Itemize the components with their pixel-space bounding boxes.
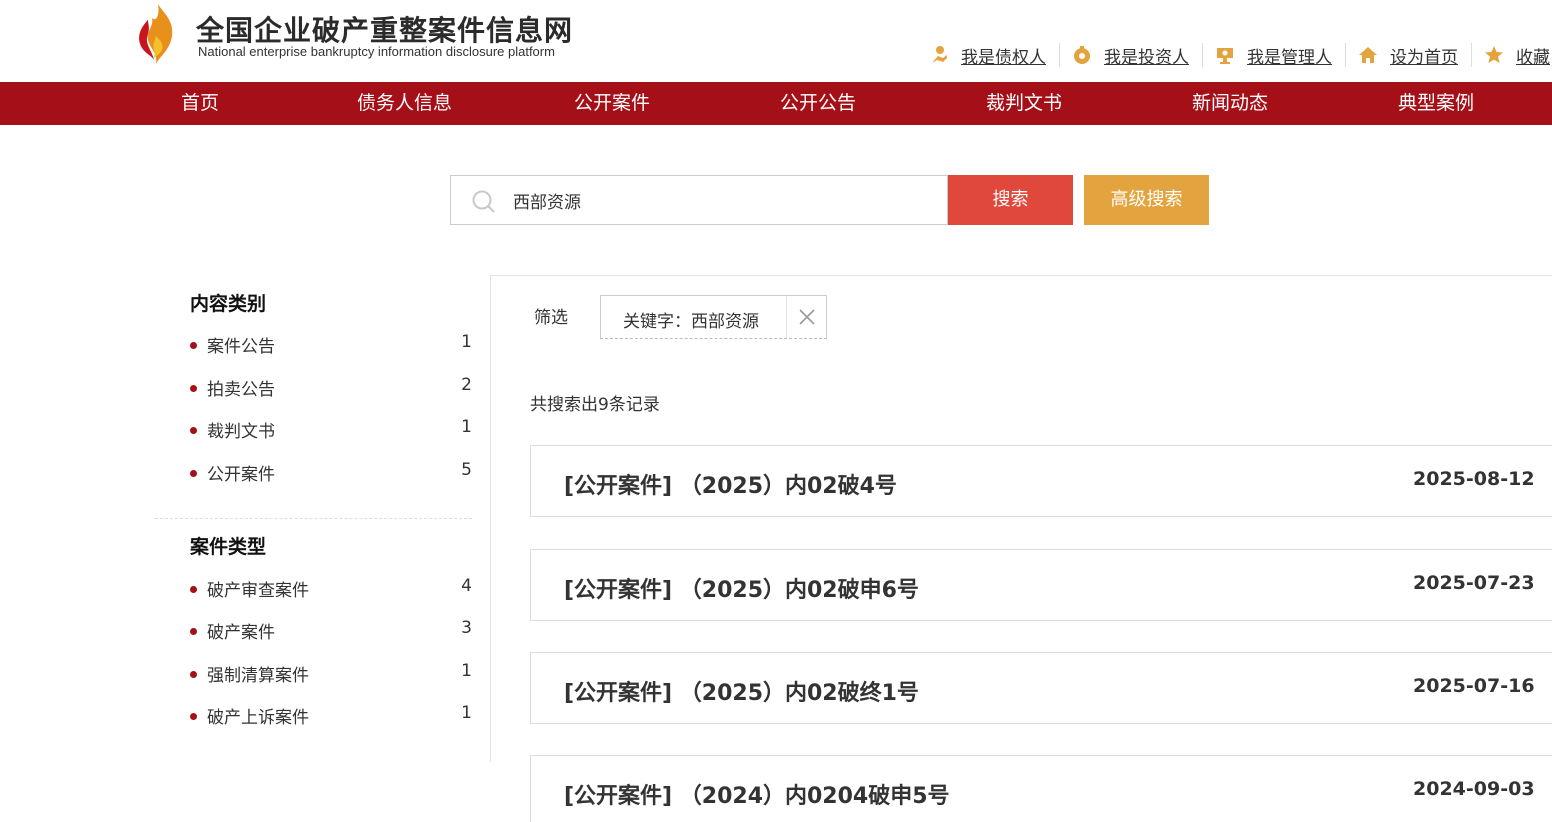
sidebar-item-count: 1	[461, 332, 472, 352]
sidebar-item-count: 2	[461, 375, 472, 395]
sidebar-item-judgment[interactable]: 裁判文书 1	[188, 417, 472, 443]
sidebar-item-case-notice[interactable]: 案件公告 1	[188, 332, 472, 358]
investor-icon	[1074, 46, 1090, 64]
link-investor[interactable]: 我是投资人	[1060, 43, 1203, 68]
sidebar-item-count: 5	[461, 460, 472, 480]
link-favorite-label: 收藏	[1516, 47, 1550, 68]
sidebar-item-auction-notice[interactable]: 拍卖公告 2	[188, 375, 472, 401]
nav-item-news[interactable]: 新闻动态	[1192, 82, 1268, 125]
case-type-heading: 案件类型	[190, 536, 267, 558]
result-date: 2025-07-23	[1413, 572, 1535, 594]
bullet-dot	[190, 342, 197, 349]
home-icon	[1359, 47, 1377, 63]
filter-label: 筛选	[534, 308, 568, 328]
nav-item-public-notices[interactable]: 公开公告	[780, 82, 856, 125]
bullet-dot	[190, 713, 197, 720]
result-row[interactable]: [公开案件] （2025）内02破终1号 2025-07-16	[530, 652, 1552, 724]
sidebar-item-label: 强制清算案件	[207, 666, 309, 686]
nav-item-typical-cases[interactable]: 典型案例	[1398, 82, 1474, 125]
logo-flame-icon[interactable]	[134, 2, 180, 66]
result-row[interactable]: [公开案件] （2024）内0204破申5号 2024-09-03	[530, 755, 1552, 822]
result-title[interactable]: [公开案件] （2025）内02破终1号	[564, 675, 919, 707]
sidebar-item-forced-liquidation[interactable]: 强制清算案件 1	[188, 661, 472, 687]
close-icon	[799, 309, 815, 325]
bullet-dot	[190, 628, 197, 635]
result-row[interactable]: [公开案件] （2025）内02破4号 2025-08-12	[530, 445, 1552, 517]
bullet-dot	[190, 427, 197, 434]
bullet-dot	[190, 586, 197, 593]
link-favorite[interactable]: 收藏	[1472, 43, 1552, 68]
nav-item-debtor-info[interactable]: 债务人信息	[357, 82, 452, 125]
sidebar-item-label: 破产上诉案件	[207, 708, 309, 728]
link-manager-label: 我是管理人	[1247, 47, 1332, 68]
result-title[interactable]: [公开案件] （2025）内02破4号	[564, 468, 897, 500]
content-category-heading: 内容类别	[190, 293, 267, 315]
bullet-dot	[190, 671, 197, 678]
search-input[interactable]	[513, 176, 933, 224]
sidebar-item-bankruptcy-case[interactable]: 破产案件 3	[188, 618, 472, 644]
sidebar-item-label: 拍卖公告	[207, 380, 275, 400]
bullet-dot	[190, 470, 197, 477]
advanced-search-button[interactable]: 高级搜索	[1084, 175, 1209, 225]
manager-icon	[1217, 48, 1233, 64]
sidebar-item-label: 案件公告	[207, 337, 275, 357]
result-row[interactable]: [公开案件] （2025）内02破申6号 2025-07-23	[530, 549, 1552, 621]
site-title: 全国企业破产重整案件信息网	[196, 14, 574, 47]
creditor-icon	[932, 46, 947, 63]
sidebar-item-count: 1	[461, 661, 472, 681]
search-button[interactable]: 搜索	[948, 175, 1073, 225]
site-header: 全国企业破产重整案件信息网 National enterprise bankru…	[0, 0, 1552, 82]
nav-item-public-cases[interactable]: 公开案件	[574, 82, 650, 125]
sidebar-divider	[155, 518, 472, 519]
filter-tag-text: 关键字：西部资源	[623, 312, 759, 332]
sidebar-item-label: 裁判文书	[207, 422, 275, 442]
sidebar: 内容类别 案件公告 1 拍卖公告 2 裁判文书 1 公开案件 5 案件类型 破产…	[155, 275, 491, 762]
top-links: 我是债权人 我是投资人 我是管理人 设为首页 收藏	[917, 42, 1552, 68]
link-investor-label: 我是投资人	[1104, 47, 1189, 68]
bullet-dot	[190, 385, 197, 392]
sidebar-item-count: 3	[461, 618, 472, 638]
sidebar-item-count: 1	[461, 703, 472, 723]
site-subtitle: National enterprise bankruptcy informati…	[198, 44, 555, 59]
star-icon	[1485, 46, 1503, 63]
main-nav: 首页 债务人信息 公开案件 公开公告 裁判文书 新闻动态 典型案例	[0, 82, 1552, 125]
sidebar-item-label: 公开案件	[207, 465, 275, 485]
result-title[interactable]: [公开案件] （2024）内0204破申5号	[564, 778, 950, 810]
filter-tag-keyword[interactable]: 关键字：西部资源	[600, 295, 827, 339]
link-creditor-label: 我是债权人	[961, 47, 1046, 68]
link-creditor[interactable]: 我是债权人	[917, 43, 1060, 68]
sidebar-item-public-case[interactable]: 公开案件 5	[188, 460, 472, 486]
sidebar-item-count: 4	[461, 576, 472, 596]
link-set-homepage[interactable]: 设为首页	[1346, 43, 1472, 68]
result-title[interactable]: [公开案件] （2025）内02破申6号	[564, 572, 919, 604]
link-manager[interactable]: 我是管理人	[1203, 43, 1346, 68]
search-box	[450, 175, 948, 225]
sidebar-item-label: 破产审查案件	[207, 581, 309, 601]
sidebar-item-bankruptcy-review[interactable]: 破产审查案件 4	[188, 576, 472, 602]
sidebar-item-label: 破产案件	[207, 623, 275, 643]
link-set-homepage-label: 设为首页	[1390, 47, 1458, 68]
sidebar-item-count: 1	[461, 417, 472, 437]
result-date: 2025-08-12	[1413, 468, 1535, 490]
filter-tag-remove-button[interactable]	[786, 296, 827, 338]
result-date: 2024-09-03	[1413, 778, 1535, 800]
nav-item-judgments[interactable]: 裁判文书	[986, 82, 1062, 125]
result-count: 共搜索出9条记录	[530, 395, 660, 415]
sidebar-item-bankruptcy-appeal[interactable]: 破产上诉案件 1	[188, 703, 472, 729]
nav-item-home[interactable]: 首页	[181, 82, 219, 125]
main-content-border	[491, 275, 1552, 276]
result-date: 2025-07-16	[1413, 675, 1535, 697]
search-icon	[472, 190, 495, 213]
